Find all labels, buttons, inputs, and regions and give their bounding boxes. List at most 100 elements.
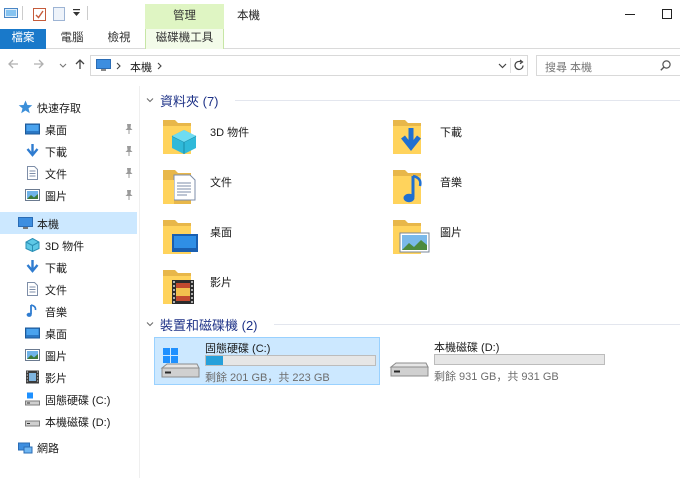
group-divider xyxy=(235,100,680,101)
desktop-icon xyxy=(25,123,40,135)
documents-folder-icon xyxy=(163,170,196,204)
download-icon xyxy=(26,144,39,157)
sidebar-item-drive-c[interactable]: 固態硬碟 (C:) xyxy=(0,388,137,410)
pin-icon[interactable] xyxy=(124,145,134,157)
group-divider xyxy=(274,324,680,325)
folder-label: 文件 xyxy=(210,177,232,189)
drive-usage-bar xyxy=(434,354,605,365)
address-dropdown-icon[interactable] xyxy=(498,62,507,70)
pin-icon[interactable] xyxy=(124,189,134,201)
sidebar-item-label: 圖片 xyxy=(45,351,67,363)
sidebar-item-label: 下載 xyxy=(45,263,67,275)
breadcrumb-separator-icon xyxy=(116,62,121,70)
maximize-button[interactable] xyxy=(658,5,676,23)
sidebar-item-label: 文件 xyxy=(45,169,67,181)
music-folder-icon xyxy=(393,170,422,204)
drive-usage-bar xyxy=(205,355,376,366)
folder-pictures[interactable]: 圖片 xyxy=(392,216,592,264)
pictures-folder-icon xyxy=(393,220,430,254)
pin-icon[interactable] xyxy=(124,123,134,135)
pin-icon[interactable] xyxy=(124,167,134,179)
collapse-chevron-icon[interactable] xyxy=(146,96,154,104)
sidebar-item-drive-d[interactable]: 本機磁碟 (D:) xyxy=(0,410,137,432)
sidebar-item-pictures-pc[interactable]: 圖片 xyxy=(0,344,137,366)
up-button[interactable] xyxy=(73,58,87,72)
minimize-button[interactable] xyxy=(621,5,639,23)
pictures-icon xyxy=(25,189,40,201)
maximize-icon xyxy=(662,9,672,19)
tab-computer[interactable]: 電腦 xyxy=(55,29,89,49)
videos-folder-icon xyxy=(163,270,194,304)
search-box[interactable]: 搜尋 本機 xyxy=(536,55,680,76)
sidebar-item-quick-access[interactable]: 快速存取 xyxy=(0,96,137,118)
new-folder-quick-access-icon[interactable] xyxy=(53,7,66,21)
search-icon[interactable] xyxy=(660,60,671,71)
folder-label: 桌面 xyxy=(210,227,232,239)
navigation-pane: 快速存取 桌面 下載 文件 圖片 本機 3D 物件 下載 文件 音樂 桌面 圖片… xyxy=(0,86,139,478)
tab-file[interactable]: 檔案 xyxy=(0,29,46,49)
drive-c[interactable]: 固態硬碟 (C:) 剩餘 201 GB，共 223 GB xyxy=(154,337,380,385)
folders-group-header[interactable]: 資料夾 (7) xyxy=(146,92,219,109)
tab-drive-tools[interactable]: 磁碟機工具 xyxy=(145,29,224,49)
folder-music[interactable]: 音樂 xyxy=(392,166,592,214)
sidebar-item-label: 本機 xyxy=(37,219,59,231)
folder-label: 圖片 xyxy=(440,227,462,239)
sidebar-item-music[interactable]: 音樂 xyxy=(0,300,137,322)
customize-quick-access-icon[interactable] xyxy=(72,9,81,18)
app-icon[interactable] xyxy=(4,7,18,19)
folders-group-title: 資料夾 (7) xyxy=(160,93,219,109)
back-arrow-icon xyxy=(8,59,18,69)
drives-group-title: 裝置和磁碟機 (2) xyxy=(160,317,258,333)
star-icon xyxy=(18,100,33,114)
sidebar-item-this-pc[interactable]: 本機 xyxy=(0,212,137,234)
download-icon xyxy=(26,260,39,273)
this-pc-icon xyxy=(18,217,33,229)
breadcrumb-this-pc[interactable]: 本機 xyxy=(130,59,152,75)
properties-quick-access-icon[interactable] xyxy=(33,7,46,21)
folder-downloads[interactable]: 下載 xyxy=(392,116,592,164)
refresh-icon[interactable] xyxy=(513,59,525,72)
collapse-chevron-icon[interactable] xyxy=(146,320,154,328)
sidebar-item-network[interactable]: 網路 xyxy=(0,436,137,458)
minimize-icon xyxy=(625,14,635,15)
ribbon-tabs: 檔案 電腦 檢視 磁碟機工具 xyxy=(0,29,680,49)
back-button[interactable] xyxy=(6,58,20,72)
content-pane: 資料夾 (7) 3D 物件 下載 文件 音樂 桌面 圖片 影片 裝置和磁碟機 (… xyxy=(140,86,680,478)
address-bar[interactable]: 本機 xyxy=(90,55,528,76)
recent-locations-button[interactable] xyxy=(56,59,70,73)
sidebar-item-documents[interactable]: 文件 xyxy=(0,162,137,184)
desktop-folder-icon xyxy=(163,220,198,254)
drives-group-header[interactable]: 裝置和磁碟機 (2) xyxy=(146,316,258,333)
sidebar-item-label: 固態硬碟 (C:) xyxy=(45,395,111,407)
sidebar-item-videos[interactable]: 影片 xyxy=(0,366,137,388)
hdd-drive-icon xyxy=(25,420,40,427)
sidebar-item-desktop[interactable]: 桌面 xyxy=(0,118,137,140)
sidebar-item-documents-pc[interactable]: 文件 xyxy=(0,278,137,300)
3d-objects-folder-icon xyxy=(163,120,197,154)
folder-videos[interactable]: 影片 xyxy=(162,266,362,314)
breadcrumb-separator-icon[interactable] xyxy=(157,62,163,70)
sidebar-item-downloads[interactable]: 下載 xyxy=(0,140,137,162)
sidebar-item-label: 圖片 xyxy=(45,191,67,203)
forward-button[interactable] xyxy=(32,58,46,72)
folder-label: 3D 物件 xyxy=(210,127,250,139)
drive-d[interactable]: 本機磁碟 (D:) 剩餘 931 GB，共 931 GB xyxy=(384,337,610,385)
ssd-drive-icon xyxy=(25,392,40,406)
up-arrow-icon xyxy=(75,59,85,69)
ssd-drive-icon xyxy=(160,348,200,378)
folder-documents[interactable]: 文件 xyxy=(162,166,362,214)
sidebar-item-label: 音樂 xyxy=(45,307,67,319)
toolbar-separator xyxy=(22,6,23,20)
sidebar-item-label: 下載 xyxy=(45,147,67,159)
tab-view[interactable]: 檢視 xyxy=(102,29,136,49)
folder-desktop[interactable]: 桌面 xyxy=(162,216,362,264)
folder-3d-objects[interactable]: 3D 物件 xyxy=(162,116,362,164)
sidebar-item-3d-objects[interactable]: 3D 物件 xyxy=(0,234,137,256)
sidebar-item-desktop-pc[interactable]: 桌面 xyxy=(0,322,137,344)
pictures-icon xyxy=(25,349,40,361)
sidebar-item-pictures[interactable]: 圖片 xyxy=(0,184,137,206)
drive-usage-fill xyxy=(206,356,223,365)
drive-free-space: 剩餘 931 GB，共 931 GB xyxy=(434,371,559,383)
sidebar-item-downloads-pc[interactable]: 下載 xyxy=(0,256,137,278)
navigation-bar: 本機 搜尋 本機 xyxy=(0,52,680,79)
